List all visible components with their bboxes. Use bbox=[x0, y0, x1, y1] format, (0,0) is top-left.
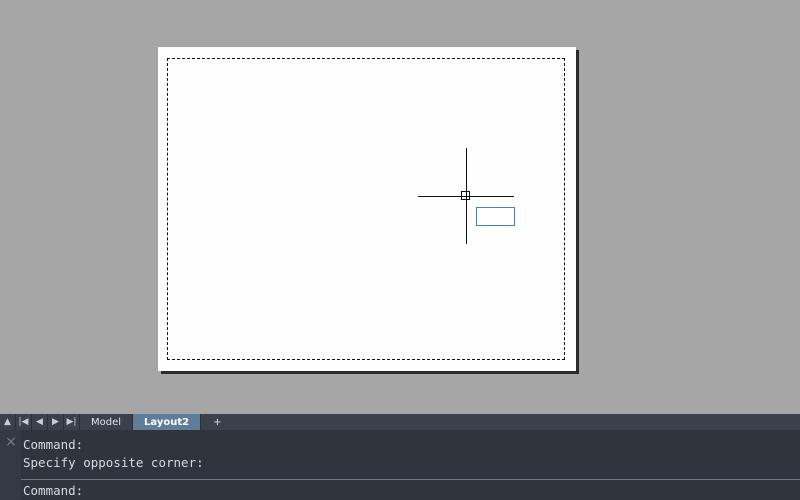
dynamic-input-box[interactable] bbox=[476, 207, 515, 226]
command-history: Command: Specify opposite corner: bbox=[23, 436, 204, 472]
drawing-area[interactable] bbox=[0, 0, 800, 414]
close-icon[interactable]: × bbox=[3, 434, 19, 450]
last-tab-icon[interactable]: ▶| bbox=[64, 414, 80, 430]
add-layout-button[interactable]: + bbox=[201, 414, 233, 430]
tab-model[interactable]: Model bbox=[80, 414, 134, 430]
pickbox-icon bbox=[461, 191, 470, 200]
history-line: Specify opposite corner: bbox=[23, 455, 204, 470]
previous-tab-icon[interactable]: ◀ bbox=[32, 414, 48, 430]
tabs-menu-up-icon[interactable]: ▲ bbox=[0, 414, 16, 430]
crosshair-cursor bbox=[418, 148, 516, 246]
command-input[interactable]: Command: bbox=[23, 482, 83, 500]
command-line-window: × Command: Specify opposite corner: Comm… bbox=[0, 430, 800, 500]
history-line: Command: bbox=[23, 437, 84, 452]
next-tab-icon[interactable]: ▶ bbox=[48, 414, 64, 430]
command-divider bbox=[21, 479, 800, 480]
layout-tab-bar: ▲ |◀ ◀ ▶ ▶| Model Layout2 + bbox=[0, 414, 800, 430]
first-tab-icon[interactable]: |◀ bbox=[16, 414, 32, 430]
tab-layout2[interactable]: Layout2 bbox=[133, 414, 202, 430]
